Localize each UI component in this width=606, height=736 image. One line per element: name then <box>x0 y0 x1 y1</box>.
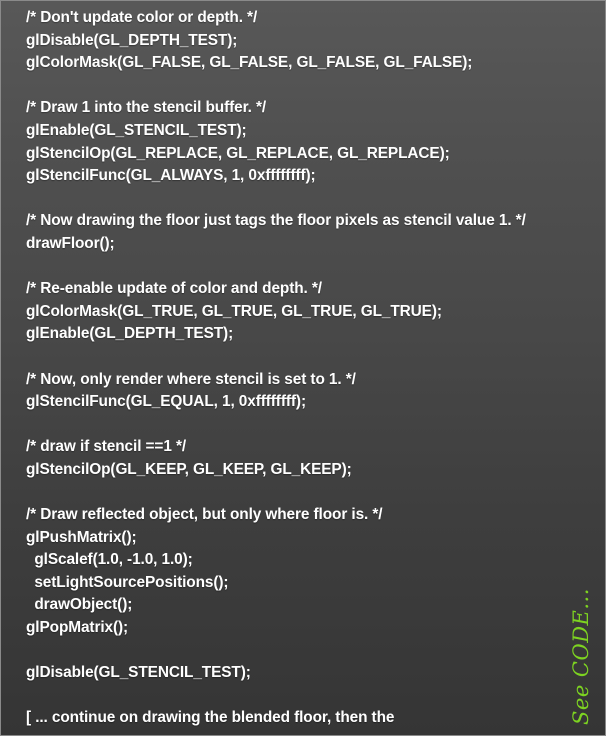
code-line: glPushMatrix(); <box>26 528 137 546</box>
code-line: setLightSourcePositions(); <box>26 573 229 591</box>
code-line: glStencilFunc(GL_ALWAYS, 1, 0xffffffff); <box>26 167 316 185</box>
code-slide: /* Don't update color or depth. */ glDis… <box>0 0 606 736</box>
code-line: /* Now, only render where stencil is set… <box>26 370 356 388</box>
code-line: glColorMask(GL_TRUE, GL_TRUE, GL_TRUE, G… <box>26 302 442 320</box>
code-listing: /* Don't update color or depth. */ glDis… <box>26 7 566 730</box>
code-line: drawFloor(); <box>26 234 115 252</box>
code-line: /* Now drawing the floor just tags the f… <box>26 212 526 230</box>
code-line: glColorMask(GL_FALSE, GL_FALSE, GL_FALSE… <box>26 54 473 72</box>
code-line: glStencilFunc(GL_EQUAL, 1, 0xffffffff); <box>26 393 306 411</box>
code-line: glStencilOp(GL_REPLACE, GL_REPLACE, GL_R… <box>26 144 450 162</box>
code-line: glStencilOp(GL_KEEP, GL_KEEP, GL_KEEP); <box>26 460 352 478</box>
code-line: /* Re-enable update of color and depth. … <box>26 280 322 298</box>
code-line: [ ... continue on drawing the blended fl… <box>26 709 395 727</box>
see-code-label[interactable]: See CODE... <box>569 588 593 725</box>
code-line: /* Draw 1 into the stencil buffer. */ <box>26 99 267 117</box>
code-line: /* draw if stencil ==1 */ <box>26 438 187 456</box>
code-line: /* Draw reflected object, but only where… <box>26 506 383 524</box>
code-line: /* Don't update color or depth. */ <box>26 9 258 26</box>
code-line: glDisable(GL_DEPTH_TEST); <box>26 31 238 49</box>
code-line: glScalef(1.0, -1.0, 1.0); <box>26 551 193 569</box>
code-line: drawObject(); <box>26 596 133 614</box>
code-line: glDisable(GL_STENCIL_TEST); <box>26 664 251 682</box>
code-line: glEnable(GL_STENCIL_TEST); <box>26 121 247 139</box>
code-line: glPopMatrix(); <box>26 619 129 637</box>
code-line: glEnable(GL_DEPTH_TEST); <box>26 325 234 343</box>
